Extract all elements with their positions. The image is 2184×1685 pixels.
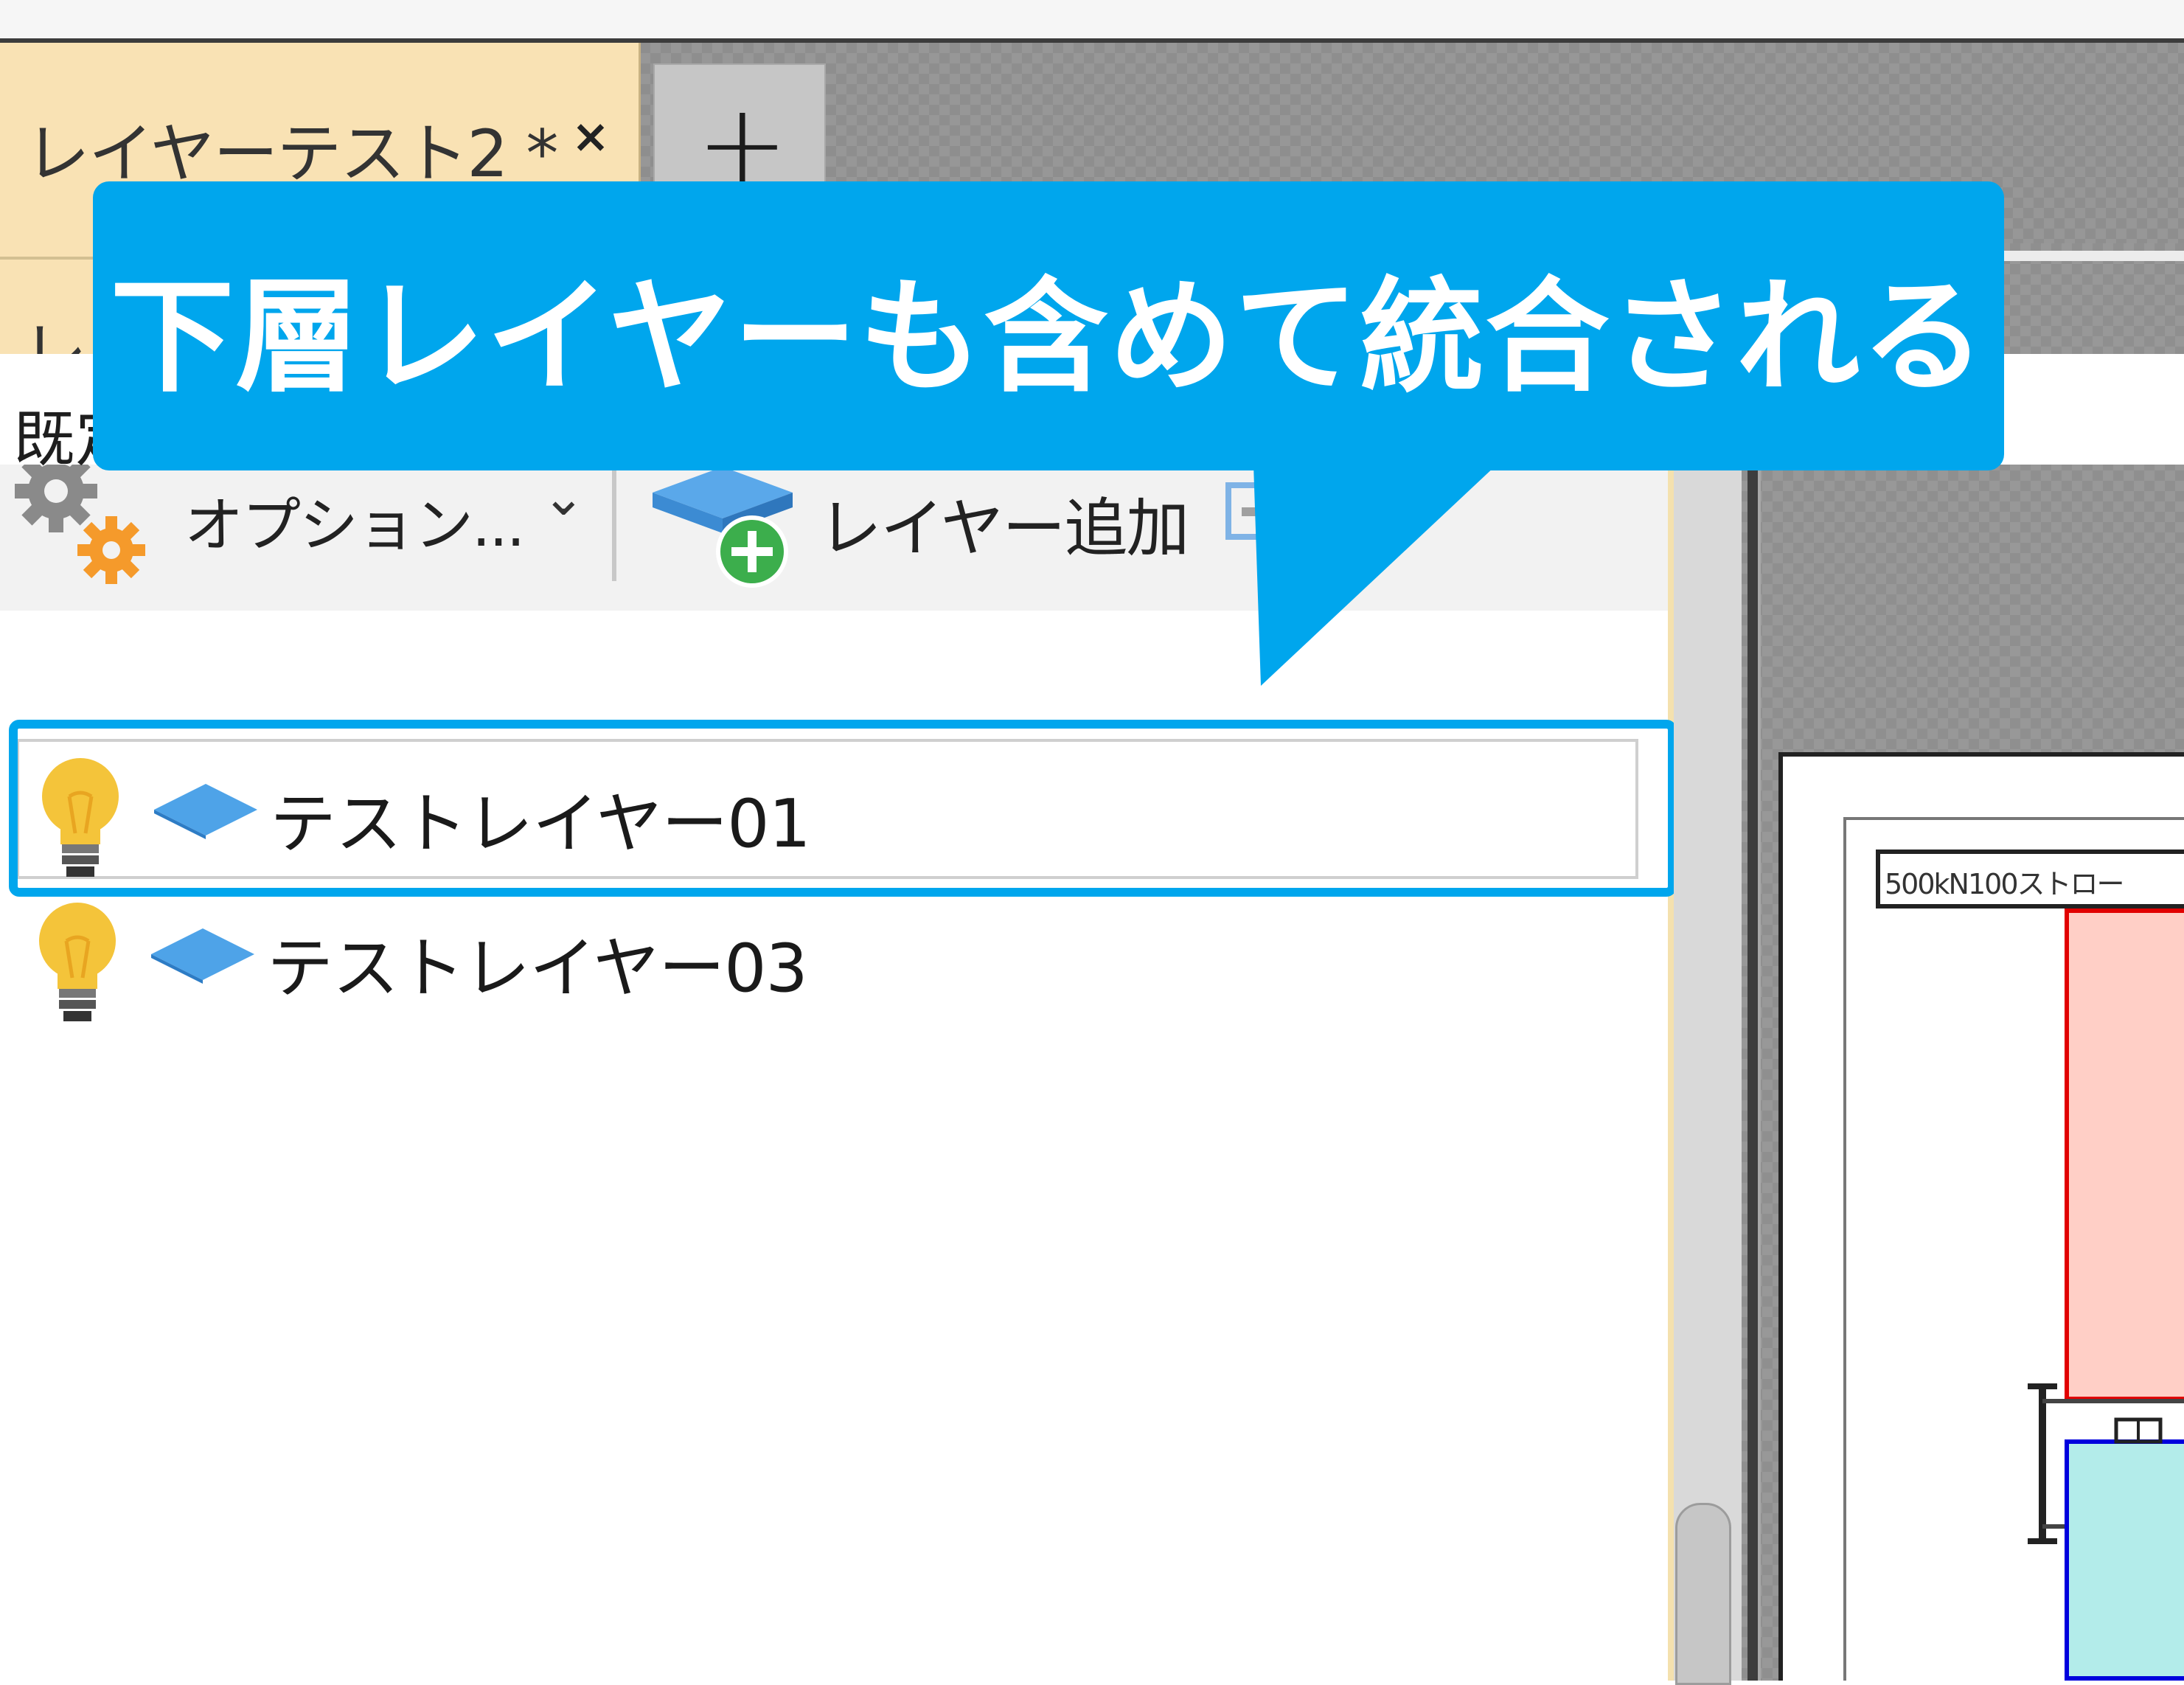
callout-banner: 下層レイヤーも含めて統合される	[93, 181, 2004, 470]
scrollbar-track[interactable]	[1674, 264, 1742, 1681]
chevron-down-icon[interactable]: ⌄	[542, 467, 585, 527]
layer-row[interactable]: テストレイヤー03	[16, 886, 1638, 1026]
close-icon[interactable]: ×	[571, 109, 610, 163]
plus-icon: +	[696, 80, 789, 209]
drawing-shape-pink[interactable]	[2065, 908, 2184, 1401]
layer-icon	[151, 928, 254, 984]
lightbulb-icon[interactable]	[29, 897, 125, 1024]
scrollbar-thumb[interactable]	[1675, 1503, 1731, 1685]
callout-tail	[1253, 465, 1497, 686]
callout-text: 下層レイヤーも含めて統合される	[110, 264, 1987, 409]
window-top-strip	[0, 0, 2184, 38]
selection-highlight	[9, 720, 1677, 897]
add-layer-button-label[interactable]: レイヤー追加	[818, 476, 1189, 569]
layer-name: テストレイヤー03	[267, 930, 808, 1007]
options-button-label[interactable]: オプション...	[184, 478, 525, 563]
dimension-marks	[2028, 1383, 2184, 1544]
drawing-title: 500kN100ストロー	[1885, 868, 2124, 900]
